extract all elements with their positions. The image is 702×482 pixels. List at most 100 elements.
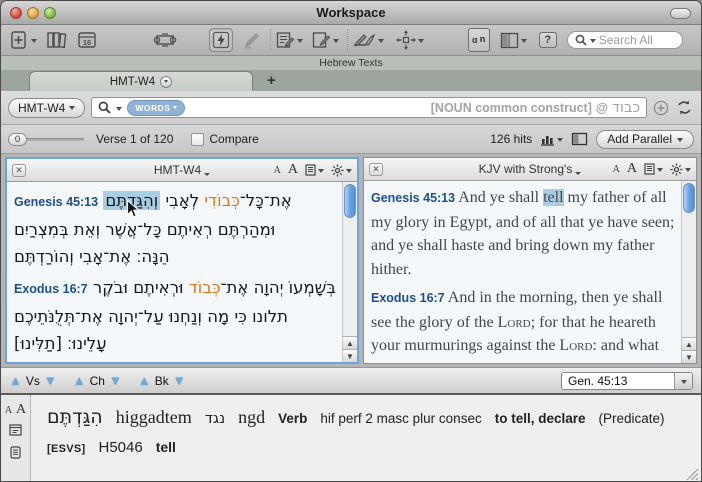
title-bar[interactable]: Workspace bbox=[1, 1, 701, 25]
hebrew-word[interactable]: הֵנָּה׃ bbox=[136, 247, 169, 266]
hebrew-word[interactable]: וְנַחְנוּ bbox=[169, 307, 202, 326]
scroll-up-button[interactable]: ▲ bbox=[343, 336, 357, 349]
language-button[interactable]: αח bbox=[468, 28, 490, 52]
scrollbar-thumb[interactable] bbox=[344, 184, 356, 218]
decrease-text-size-button[interactable]: A bbox=[5, 405, 12, 416]
highlighter-button[interactable] bbox=[242, 28, 262, 52]
hebrew-word[interactable]: וּרְאִיתֶם bbox=[133, 278, 183, 297]
increase-text-size-button[interactable]: A bbox=[16, 402, 26, 417]
hebrew-word[interactable]: עָלֵינוּ׃ bbox=[67, 334, 107, 353]
kjv-pane-scrollbar[interactable]: ▲ ▼ bbox=[681, 181, 696, 363]
chevron-down-icon bbox=[590, 39, 596, 43]
next-book-button[interactable]: ▼ bbox=[173, 374, 186, 387]
arrange-panes-button[interactable] bbox=[500, 28, 527, 52]
instant-details-button[interactable] bbox=[209, 28, 233, 52]
scroll-up-button[interactable]: ▲ bbox=[682, 337, 696, 350]
details-window-button[interactable] bbox=[1, 423, 30, 441]
gear-menu-button[interactable] bbox=[331, 158, 352, 182]
decrease-text-size-button[interactable]: A bbox=[274, 165, 281, 176]
pane-zone: ✕ HMT-W4 A A Genesis 45:13 וְהִגַּדְתֶּם… bbox=[1, 154, 701, 367]
next-chapter-button[interactable]: ▼ bbox=[109, 374, 122, 387]
hit-word[interactable]: כְּבוֹדִי bbox=[204, 191, 239, 210]
display-settings-button[interactable] bbox=[644, 157, 663, 181]
chevron-down-icon bbox=[173, 106, 177, 109]
add-search-term-button[interactable] bbox=[653, 100, 669, 116]
kjv-pane-header: ✕ KJV with Strong's A A bbox=[364, 158, 696, 181]
hebrew-word[interactable]: [תַלִּינוּ] bbox=[14, 334, 62, 353]
hebrew-word-part[interactable]: אֶת־כָּל־ bbox=[240, 191, 292, 210]
verse-reference[interactable]: Genesis 45:13 bbox=[14, 195, 98, 209]
module-select-button[interactable]: HMT-W4 bbox=[8, 98, 85, 118]
library-button[interactable] bbox=[46, 28, 68, 52]
hebrew-word[interactable]: אֶת־כְּבוֹד bbox=[189, 278, 249, 297]
hebrew-word[interactable]: אֶת־כָּל־כְּבוֹדִי bbox=[204, 191, 291, 210]
amplify-button[interactable] bbox=[396, 28, 424, 52]
verse-slider-thumb[interactable]: 0 bbox=[8, 133, 27, 146]
details-notes-button[interactable] bbox=[1, 446, 30, 464]
hebrew-word-part[interactable]: אֶת־ bbox=[221, 278, 249, 297]
analysis-graph-button[interactable] bbox=[540, 127, 563, 151]
hebrew-word[interactable]: כִּי bbox=[234, 307, 246, 326]
prev-chapter-button[interactable]: ▲ bbox=[73, 374, 86, 387]
scrollbar-thumb[interactable] bbox=[683, 183, 695, 213]
decrease-text-size-button[interactable]: A bbox=[613, 164, 620, 175]
edit-item-button[interactable] bbox=[311, 28, 339, 52]
hit-word[interactable]: כְּבוֹד bbox=[189, 278, 221, 297]
display-settings-button[interactable] bbox=[305, 158, 324, 182]
add-parallel-button[interactable]: Add Parallel bbox=[596, 130, 694, 149]
scroll-down-button[interactable]: ▼ bbox=[343, 349, 357, 362]
tab-menu-button[interactable] bbox=[160, 76, 172, 88]
verse-reference[interactable]: Genesis 45:13 bbox=[371, 191, 455, 205]
hebrew-pane-scrollbar[interactable]: ▲ ▼ bbox=[342, 182, 357, 362]
search-entry-field[interactable]: WORDS [NOUN common construct] @ כבוד bbox=[91, 97, 647, 118]
scope-pill-words[interactable]: WORDS bbox=[127, 100, 185, 116]
hebrew-word[interactable]: בְּמִצְרַיִם bbox=[14, 220, 69, 239]
hebrew-word[interactable]: עַל־יְהוָה bbox=[108, 307, 164, 326]
highlighted-word[interactable]: tell bbox=[543, 189, 563, 206]
toolbar-toggle-button[interactable] bbox=[670, 8, 691, 19]
go-to-reference-combo[interactable]: Gen. 45:13 bbox=[561, 372, 693, 390]
hebrew-word[interactable]: תלונו bbox=[252, 307, 288, 326]
increase-text-size-button[interactable]: A bbox=[627, 161, 637, 177]
hebrew-word[interactable]: כָּל־אֲשֶׁר bbox=[105, 220, 161, 239]
hebrew-word[interactable]: וְאֵת bbox=[74, 220, 100, 239]
hebrew-word[interactable]: לְאָבִי bbox=[165, 191, 199, 210]
gear-menu-button[interactable] bbox=[670, 157, 691, 181]
hebrew-word[interactable]: וְהוֹרַדְתֶּם bbox=[14, 247, 74, 266]
prev-verse-button[interactable]: ▲ bbox=[9, 374, 22, 387]
hebrew-word[interactable]: מָה bbox=[207, 307, 229, 326]
verse-reference[interactable]: Exodus 16:7 bbox=[14, 282, 88, 296]
user-notes-button[interactable] bbox=[275, 28, 303, 52]
add-tab-button[interactable]: + bbox=[267, 71, 276, 91]
hebrew-word[interactable]: אֶת־אָבִי bbox=[79, 247, 131, 266]
book-nav-group: ▲ Bk ▼ bbox=[138, 374, 186, 388]
hovered-word[interactable]: וְהִגַּדְתֶּם bbox=[103, 191, 160, 210]
resize-grip[interactable] bbox=[686, 468, 699, 481]
search-row: HMT-W4 WORDS [NOUN common construct] @ כ… bbox=[1, 91, 701, 125]
hebrew-word[interactable]: יְהוָה bbox=[254, 278, 284, 297]
scroll-down-button[interactable]: ▼ bbox=[682, 350, 696, 363]
verse-reference[interactable]: Exodus 16:7 bbox=[371, 291, 445, 305]
hebrew-word[interactable]: רְאִיתֶם bbox=[167, 220, 213, 239]
search-all-field[interactable]: Search All bbox=[567, 31, 683, 49]
prev-book-button[interactable]: ▲ bbox=[138, 374, 151, 387]
hebrew-word[interactable]: וּמִהַרְתֶּם bbox=[218, 220, 276, 239]
daily-reading-button[interactable]: 16 bbox=[77, 28, 97, 52]
increase-text-size-button[interactable]: A bbox=[288, 162, 298, 178]
hebrew-word[interactable]: בְּשָׁמְעוֹ bbox=[289, 278, 336, 297]
hebrew-word[interactable]: וּבֹקֶר bbox=[93, 278, 128, 297]
help-button[interactable]: ? bbox=[539, 32, 557, 48]
new-tab-button[interactable] bbox=[9, 28, 37, 52]
write-pens-button[interactable] bbox=[352, 28, 384, 52]
reference-dropdown-button[interactable] bbox=[674, 373, 692, 389]
tab-hmt-w4[interactable]: HMT-W4 bbox=[29, 71, 253, 91]
close-pane-button[interactable]: ✕ bbox=[369, 163, 383, 176]
update-search-button[interactable] bbox=[675, 99, 694, 116]
texts-scroll-button[interactable] bbox=[153, 28, 177, 52]
close-pane-button[interactable]: ✕ bbox=[12, 164, 26, 177]
details-pane-button[interactable] bbox=[571, 127, 588, 151]
next-verse-button[interactable]: ▼ bbox=[44, 374, 57, 387]
hebrew-word[interactable]: אֶת־תְּלֻנֹּתֵיכֶם bbox=[14, 307, 103, 326]
verse-slider-track[interactable] bbox=[26, 138, 84, 141]
compare-checkbox[interactable] bbox=[191, 133, 204, 146]
